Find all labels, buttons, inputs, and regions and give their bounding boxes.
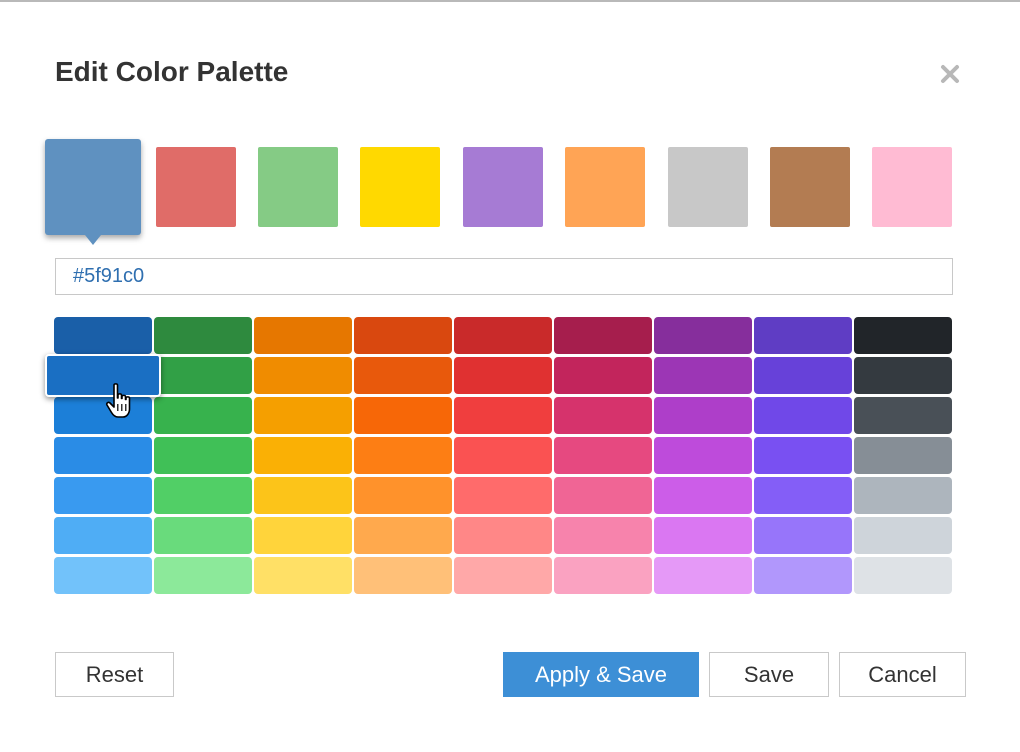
color-grid-cell[interactable]	[254, 397, 352, 434]
color-grid-cell[interactable]	[654, 317, 752, 354]
color-grid-cell[interactable]	[554, 477, 652, 514]
color-grid-cell[interactable]	[254, 557, 352, 594]
color-grid-cell[interactable]	[854, 317, 952, 354]
cancel-button[interactable]: Cancel	[839, 652, 966, 697]
palette-swatch[interactable]	[770, 147, 850, 227]
color-grid-cell[interactable]	[354, 437, 452, 474]
hovered-color-cell[interactable]	[45, 354, 161, 397]
color-grid	[54, 317, 952, 594]
color-grid-cell[interactable]	[654, 397, 752, 434]
palette-swatch[interactable]	[463, 147, 543, 227]
color-grid-cell[interactable]	[454, 477, 552, 514]
color-grid-cell[interactable]	[754, 437, 852, 474]
palette-swatch[interactable]	[258, 147, 338, 227]
color-grid-cell[interactable]	[754, 357, 852, 394]
palette-swatch[interactable]	[565, 147, 645, 227]
color-grid-cell[interactable]	[754, 477, 852, 514]
color-grid-cell[interactable]	[654, 557, 752, 594]
color-grid-cell[interactable]	[654, 357, 752, 394]
color-grid-cell[interactable]	[454, 317, 552, 354]
color-grid-cell[interactable]	[254, 477, 352, 514]
color-grid-cell[interactable]	[354, 317, 452, 354]
palette-swatch[interactable]	[668, 147, 748, 227]
color-grid-cell[interactable]	[854, 517, 952, 554]
color-grid-cell[interactable]	[754, 317, 852, 354]
apply-save-button[interactable]: Apply & Save	[503, 652, 699, 697]
color-grid-cell[interactable]	[454, 557, 552, 594]
save-button[interactable]: Save	[709, 652, 829, 697]
color-grid-cell[interactable]	[254, 357, 352, 394]
color-grid-cell[interactable]	[554, 437, 652, 474]
color-grid-cell[interactable]	[754, 517, 852, 554]
color-grid-cell[interactable]	[354, 357, 452, 394]
color-grid-cell[interactable]	[54, 477, 152, 514]
color-grid-cell[interactable]	[554, 557, 652, 594]
color-grid-cell[interactable]	[154, 437, 252, 474]
color-grid-cell[interactable]	[554, 317, 652, 354]
hand-pointer-icon	[105, 383, 131, 418]
color-grid-cell[interactable]	[554, 397, 652, 434]
color-grid-cell[interactable]	[154, 317, 252, 354]
color-grid-cell[interactable]	[554, 357, 652, 394]
color-grid-cell[interactable]	[654, 477, 752, 514]
color-grid-cell[interactable]	[154, 357, 252, 394]
color-grid-cell[interactable]	[154, 517, 252, 554]
color-grid-cell[interactable]	[154, 557, 252, 594]
color-grid-cell[interactable]	[254, 317, 352, 354]
selected-swatch-pointer	[85, 235, 101, 245]
color-grid-cell[interactable]	[54, 397, 152, 434]
color-grid-cell[interactable]	[154, 477, 252, 514]
dialog-title: Edit Color Palette	[55, 56, 289, 87]
color-grid-cell[interactable]	[654, 517, 752, 554]
color-grid-cell[interactable]	[254, 437, 352, 474]
color-grid-cell[interactable]	[854, 477, 952, 514]
close-icon	[941, 65, 959, 83]
color-grid-cell[interactable]	[354, 517, 452, 554]
color-grid-cell[interactable]	[454, 357, 552, 394]
window-top-border	[0, 0, 1020, 2]
palette-swatch[interactable]	[156, 147, 236, 227]
color-grid-cell[interactable]	[454, 517, 552, 554]
color-grid-cell[interactable]	[854, 357, 952, 394]
color-grid-cell[interactable]	[154, 397, 252, 434]
hex-color-input[interactable]	[55, 258, 953, 295]
color-grid-cell[interactable]	[354, 477, 452, 514]
color-grid-cell[interactable]	[854, 397, 952, 434]
color-grid-cell[interactable]	[854, 557, 952, 594]
color-grid-cell[interactable]	[554, 517, 652, 554]
color-grid-cell[interactable]	[654, 437, 752, 474]
palette-swatch[interactable]	[45, 139, 141, 245]
color-grid-cell[interactable]	[54, 517, 152, 554]
color-grid-cell[interactable]	[354, 557, 452, 594]
color-grid-cell[interactable]	[854, 437, 952, 474]
color-grid-cell[interactable]	[754, 397, 852, 434]
color-grid-cell[interactable]	[254, 517, 352, 554]
close-button[interactable]	[934, 58, 966, 90]
color-grid-cell[interactable]	[454, 437, 552, 474]
color-grid-cell[interactable]	[754, 557, 852, 594]
palette-swatch[interactable]	[360, 147, 440, 227]
color-grid-cell[interactable]	[354, 397, 452, 434]
color-grid-cell[interactable]	[54, 557, 152, 594]
reset-button[interactable]: Reset	[55, 652, 174, 697]
color-grid-cell[interactable]	[54, 317, 152, 354]
color-grid-cell[interactable]	[454, 397, 552, 434]
color-grid-cell[interactable]	[54, 437, 152, 474]
palette-swatch[interactable]	[872, 147, 952, 227]
